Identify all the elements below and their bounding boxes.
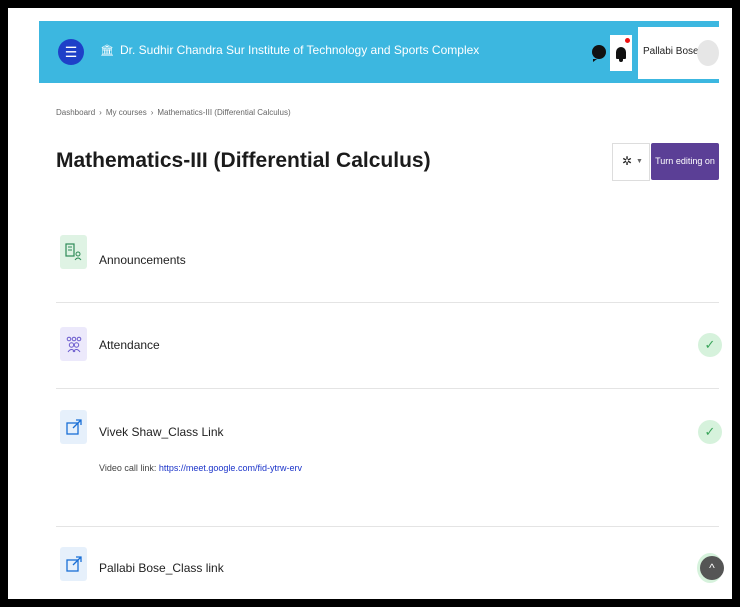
url-icon [60,410,87,444]
completion-check-icon[interactable]: ✓ [698,333,722,357]
site-name: Dr. Sudhir Chandra Sur Institute of Tech… [119,43,480,57]
avatar [697,40,719,66]
site-name-link[interactable]: 🏛 Dr. Sudhir Chandra Sur Institute of Tec… [100,43,479,57]
chevron-down-icon: ▼ [636,158,643,165]
divider [56,526,719,527]
institution-icon: 🏛 [100,45,114,57]
completion-check-icon[interactable]: ✓ [698,420,722,444]
breadcrumb: Dashboard › My courses › Mathematics-III (Di… [56,108,291,117]
drawer-toggle-button[interactable]: ☰ [58,39,84,65]
bell-icon [616,47,626,62]
user-menu[interactable]: Pallabi Bose [638,27,720,79]
attendance-icon [60,327,87,361]
notification-dot [625,38,630,43]
activity-description: Video call link: https://meet.google.com… [99,463,302,473]
activity-link-vivek-shaw-class-link[interactable]: Vivek Shaw_Class Link [99,425,224,439]
activity-link-pallabi-bose-class-link[interactable]: Pallabi Bose_Class link [99,561,224,575]
activity-link-attendance[interactable]: Attendance [99,338,160,352]
breadcrumb-separator: › [99,108,102,117]
navbar: ☰ 🏛 Dr. Sudhir Chandra Sur Institute of T… [39,21,720,83]
notifications-button[interactable] [610,35,632,71]
description-label: Video call link: [99,463,157,473]
message-icon[interactable] [592,45,606,62]
page-frame: ☰ 🏛 Dr. Sudhir Chandra Sur Institute of T… [8,8,732,599]
activity-link-announcements[interactable]: Announcements [99,253,186,267]
divider [56,302,719,303]
meet-link[interactable]: https://meet.google.com/fid-ytrw-erv [159,463,302,473]
url-icon [60,547,87,581]
back-to-top-button[interactable]: ^ [700,556,724,580]
breadcrumb-separator: › [150,108,154,117]
turn-editing-on-button[interactable]: Turn editing on [651,143,719,180]
divider [56,388,719,389]
forum-icon [60,235,87,269]
breadcrumb-dashboard[interactable]: Dashboard [56,108,95,117]
gear-icon: ✲ [622,154,633,168]
breadcrumb-course[interactable]: Mathematics-III (Differential Calculus) [157,108,290,117]
course-settings-button[interactable]: ✲ ▼ [612,143,650,181]
breadcrumb-my-courses[interactable]: My courses [106,108,147,117]
page-title: Mathematics-III (Differential Calculus) [56,149,431,172]
user-name: Pallabi Bose [643,46,699,57]
